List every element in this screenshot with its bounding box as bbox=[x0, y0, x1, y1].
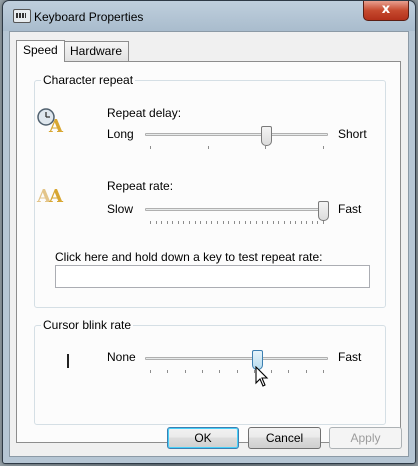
slider-tick bbox=[323, 370, 324, 373]
slider-tick bbox=[205, 221, 207, 224]
slider-tick bbox=[323, 221, 324, 224]
slider-tick bbox=[306, 221, 308, 224]
slider-tick bbox=[219, 370, 221, 373]
slider-tick bbox=[289, 221, 291, 224]
repeat-rate-slider[interactable] bbox=[145, 201, 329, 231]
double-letter-a-icon: A A bbox=[36, 186, 64, 206]
cursor-blink-label: Cursor blink rate bbox=[41, 318, 134, 332]
cursor-blink-slider[interactable] bbox=[145, 350, 328, 380]
repeat-rate-min-label: Slow bbox=[107, 202, 134, 216]
slider-tick bbox=[211, 221, 213, 224]
mouse-pointer-icon bbox=[255, 366, 269, 387]
slider-tick bbox=[155, 221, 157, 224]
slider-tick bbox=[183, 221, 185, 224]
slider-tick bbox=[278, 221, 280, 224]
slider-tick bbox=[189, 221, 191, 224]
dialog-client: Speed Hardware Character repeat A Repeat… bbox=[9, 31, 409, 457]
slider-tick bbox=[177, 221, 179, 224]
slider-tick bbox=[283, 221, 285, 224]
slider-tick bbox=[267, 221, 269, 224]
slider-tick bbox=[288, 370, 290, 373]
repeat-delay-slider[interactable] bbox=[145, 126, 328, 156]
slider-tick bbox=[311, 221, 313, 224]
slider-tick bbox=[222, 221, 224, 224]
slider-tick bbox=[161, 221, 163, 224]
slider-tick bbox=[317, 221, 319, 224]
character-repeat-label: Character repeat bbox=[41, 73, 136, 87]
repeat-rate-label: Repeat rate: bbox=[107, 179, 174, 193]
slider-tick bbox=[150, 146, 151, 149]
slider-tick bbox=[272, 221, 274, 224]
title-bar[interactable]: Keyboard Properties x bbox=[3, 1, 415, 31]
tab-speed[interactable]: Speed bbox=[16, 40, 65, 62]
repeat-rate-max-label: Fast bbox=[338, 202, 362, 216]
repeat-rate-track bbox=[145, 208, 328, 211]
slider-tick bbox=[265, 146, 267, 149]
svg-text:A: A bbox=[48, 186, 64, 206]
slider-tick bbox=[256, 221, 258, 224]
keyboard-properties-dialog: Keyboard Properties x Speed Hardware Cha… bbox=[2, 0, 416, 464]
speed-tab-panel: Character repeat A Repeat delay: Long Sh… bbox=[16, 61, 401, 443]
window-title: Keyboard Properties bbox=[34, 10, 144, 24]
ok-button[interactable]: OK bbox=[167, 427, 239, 449]
repeat-delay-track bbox=[145, 133, 328, 136]
slider-tick bbox=[295, 221, 297, 224]
repeat-delay-thumb[interactable] bbox=[260, 126, 272, 146]
cursor-blink-track bbox=[145, 357, 328, 360]
close-icon: x bbox=[381, 2, 391, 17]
slider-tick bbox=[305, 370, 307, 373]
apply-button[interactable]: Apply bbox=[329, 427, 402, 449]
slider-tick bbox=[236, 370, 238, 373]
repeat-delay-max-label: Short bbox=[338, 127, 367, 141]
slider-tick bbox=[239, 221, 241, 224]
cancel-button[interactable]: Cancel bbox=[248, 427, 321, 449]
slider-tick bbox=[172, 221, 174, 224]
slider-tick bbox=[228, 221, 230, 224]
cursor-blink-min-label: None bbox=[107, 350, 136, 364]
test-repeat-prompt: Click here and hold down a key to test r… bbox=[55, 250, 323, 264]
clock-letter-a-icon: A bbox=[37, 108, 64, 134]
keyboard-icon bbox=[13, 9, 31, 23]
tab-hardware[interactable]: Hardware bbox=[63, 41, 130, 61]
repeat-delay-min-label: Long bbox=[107, 127, 134, 141]
test-repeat-input[interactable] bbox=[55, 265, 370, 288]
slider-tick bbox=[201, 370, 203, 373]
slider-tick bbox=[244, 221, 246, 224]
close-button[interactable]: x bbox=[363, 1, 409, 21]
slider-tick bbox=[250, 221, 252, 224]
slider-tick bbox=[167, 370, 169, 373]
slider-tick bbox=[194, 221, 196, 224]
slider-tick bbox=[300, 221, 302, 224]
slider-tick bbox=[150, 370, 151, 373]
slider-tick bbox=[261, 221, 263, 224]
text-cursor-icon bbox=[67, 354, 69, 368]
repeat-rate-thumb[interactable] bbox=[318, 201, 329, 221]
slider-tick bbox=[150, 221, 151, 224]
svg-text:A: A bbox=[48, 116, 64, 134]
cursor-blink-max-label: Fast bbox=[338, 350, 362, 364]
slider-tick bbox=[166, 221, 168, 224]
slider-tick bbox=[216, 221, 218, 224]
slider-tick bbox=[323, 146, 324, 149]
slider-tick bbox=[271, 370, 273, 373]
slider-tick bbox=[207, 146, 209, 149]
slider-tick bbox=[184, 370, 186, 373]
repeat-delay-label: Repeat delay: bbox=[107, 106, 182, 120]
slider-tick bbox=[200, 221, 202, 224]
slider-tick bbox=[233, 221, 235, 224]
